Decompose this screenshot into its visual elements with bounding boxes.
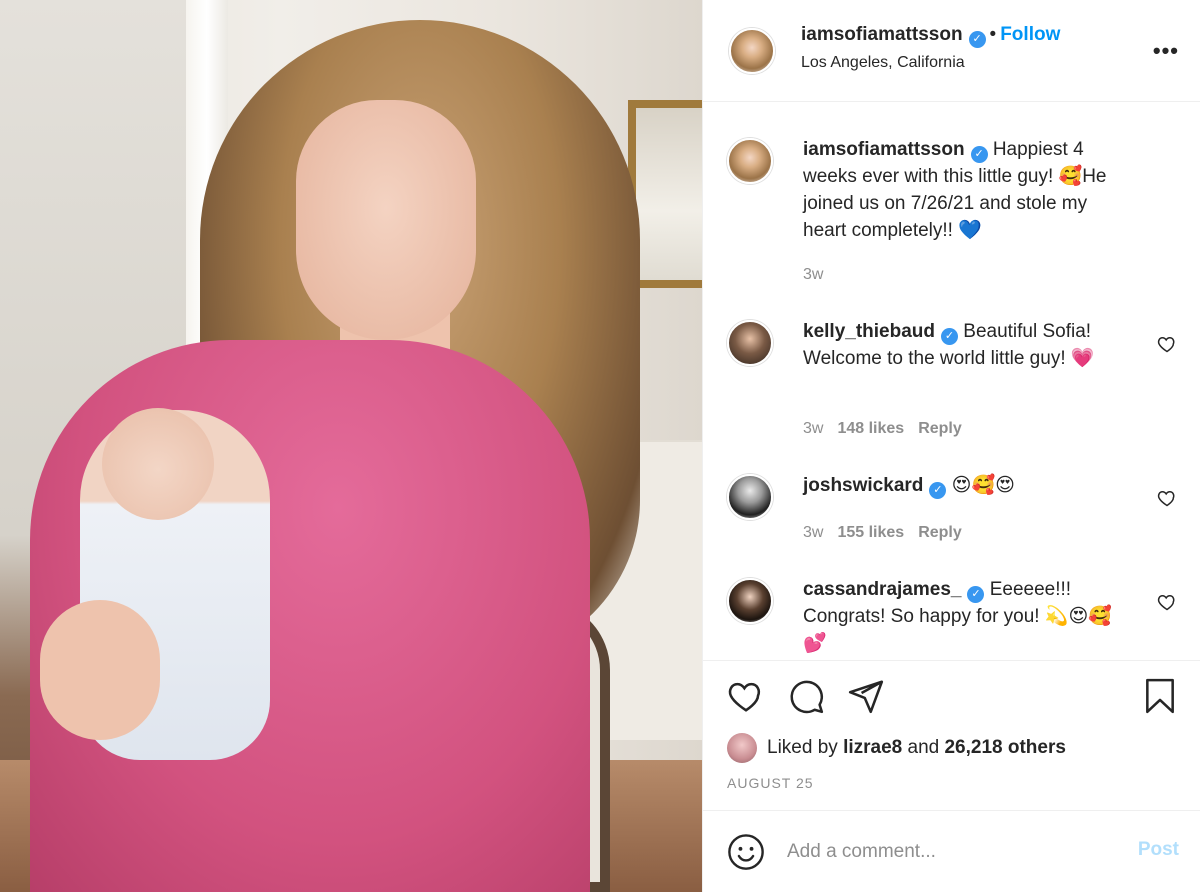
verified-badge-icon: ✓	[967, 586, 985, 603]
liked-by-prefix: Liked by	[767, 737, 838, 758]
comment-body: joshswickard ✓ 😍🥰😍	[803, 472, 1133, 499]
likes-summary[interactable]: Liked by lizrae8 and 26,218 others	[727, 733, 1066, 763]
woman-face	[296, 100, 476, 340]
caption-username[interactable]: iamsofiamattsson	[803, 139, 965, 160]
liked-by-count[interactable]: 26,218 others	[944, 737, 1065, 759]
post-actions: Liked by lizrae8 and 26,218 others AUGUS…	[703, 660, 1200, 810]
post-comment-button[interactable]: Post	[1138, 839, 1179, 861]
reply-button[interactable]: Reply	[918, 420, 962, 437]
comment-username[interactable]: cassandrajames_	[803, 579, 961, 600]
comment-input[interactable]	[787, 837, 1107, 867]
verified-badge-icon: ✓	[968, 31, 986, 48]
verified-badge-icon: ✓	[970, 146, 988, 163]
follow-button[interactable]: Follow	[1000, 24, 1060, 45]
more-options-icon[interactable]: •••	[1153, 38, 1179, 64]
comment-avatar[interactable]	[727, 474, 773, 520]
emoji-icon[interactable]	[727, 833, 765, 871]
share-icon[interactable]	[847, 677, 885, 715]
comment-username[interactable]: joshswickard	[803, 475, 923, 496]
liked-by-middle: and	[907, 737, 940, 758]
comment-body: kelly_thiebaud ✓ Beautiful Sofia! Welcome…	[803, 318, 1133, 372]
author-line: iamsofiamattsson ✓ • Follow	[801, 24, 1060, 48]
comment-item: joshswickard ✓ 😍🥰😍 3w 155 likes Reply	[727, 474, 1177, 564]
separator-dot: •	[989, 24, 997, 45]
reply-button[interactable]: Reply	[918, 524, 962, 541]
caption-avatar[interactable]	[727, 138, 773, 184]
comment-meta: 3w 155 likes Reply	[803, 524, 976, 542]
comment-icon[interactable]	[787, 677, 825, 715]
verified-badge-icon: ✓	[941, 328, 958, 345]
verified-badge-icon: ✓	[929, 482, 947, 499]
comment-item: cassandrajames_ ✓ Eeeeee!!! Congrats! So …	[727, 578, 1177, 660]
comment-likes-count[interactable]: 148 likes	[837, 420, 904, 437]
caption-time[interactable]: 3w	[803, 266, 823, 283]
baby-head	[102, 408, 214, 520]
post-location[interactable]: Los Angeles, California	[801, 54, 965, 72]
bookmark-icon[interactable]	[1141, 677, 1179, 715]
comment-text: 😍🥰😍	[951, 475, 1015, 496]
comments-list[interactable]: iamsofiamattsson ✓ Happiest 4 weeks ever …	[703, 102, 1200, 660]
caption-item: iamsofiamattsson ✓ Happiest 4 weeks ever …	[727, 138, 1177, 288]
comment-like-heart-icon[interactable]	[1157, 488, 1177, 508]
liked-by-user[interactable]: lizrae8	[843, 737, 902, 759]
post-header: iamsofiamattsson ✓ • Follow Los Angeles, Ca…	[703, 0, 1200, 102]
comment-avatar[interactable]	[727, 320, 773, 366]
comment-item: kelly_thiebaud ✓ Beautiful Sofia! Welcome…	[727, 320, 1177, 440]
caption-body: iamsofiamattsson ✓ Happiest 4 weeks ever …	[803, 136, 1133, 244]
comment-time[interactable]: 3w	[803, 420, 823, 437]
comment-time[interactable]: 3w	[803, 524, 823, 541]
comment-like-heart-icon[interactable]	[1157, 334, 1177, 354]
post-photo[interactable]	[0, 0, 702, 892]
post-date[interactable]: AUGUST 25	[727, 775, 814, 791]
add-comment-section: Post	[703, 810, 1200, 892]
caption-meta: 3w	[803, 266, 837, 284]
author-avatar[interactable]	[729, 28, 775, 74]
liker-avatar[interactable]	[727, 733, 757, 763]
heart-icon[interactable]	[727, 677, 765, 715]
post-panel: iamsofiamattsson ✓ • Follow Los Angeles, Ca…	[702, 0, 1200, 892]
comment-likes-count[interactable]: 155 likes	[837, 524, 904, 541]
author-username[interactable]: iamsofiamattsson	[801, 24, 963, 45]
comment-body: cassandrajames_ ✓ Eeeeee!!! Congrats! So …	[803, 576, 1133, 657]
comment-like-heart-icon[interactable]	[1157, 592, 1177, 612]
comment-avatar[interactable]	[727, 578, 773, 624]
woman-hand	[40, 600, 160, 740]
comment-meta: 3w 148 likes Reply	[803, 420, 976, 438]
comment-username[interactable]: kelly_thiebaud	[803, 321, 935, 342]
